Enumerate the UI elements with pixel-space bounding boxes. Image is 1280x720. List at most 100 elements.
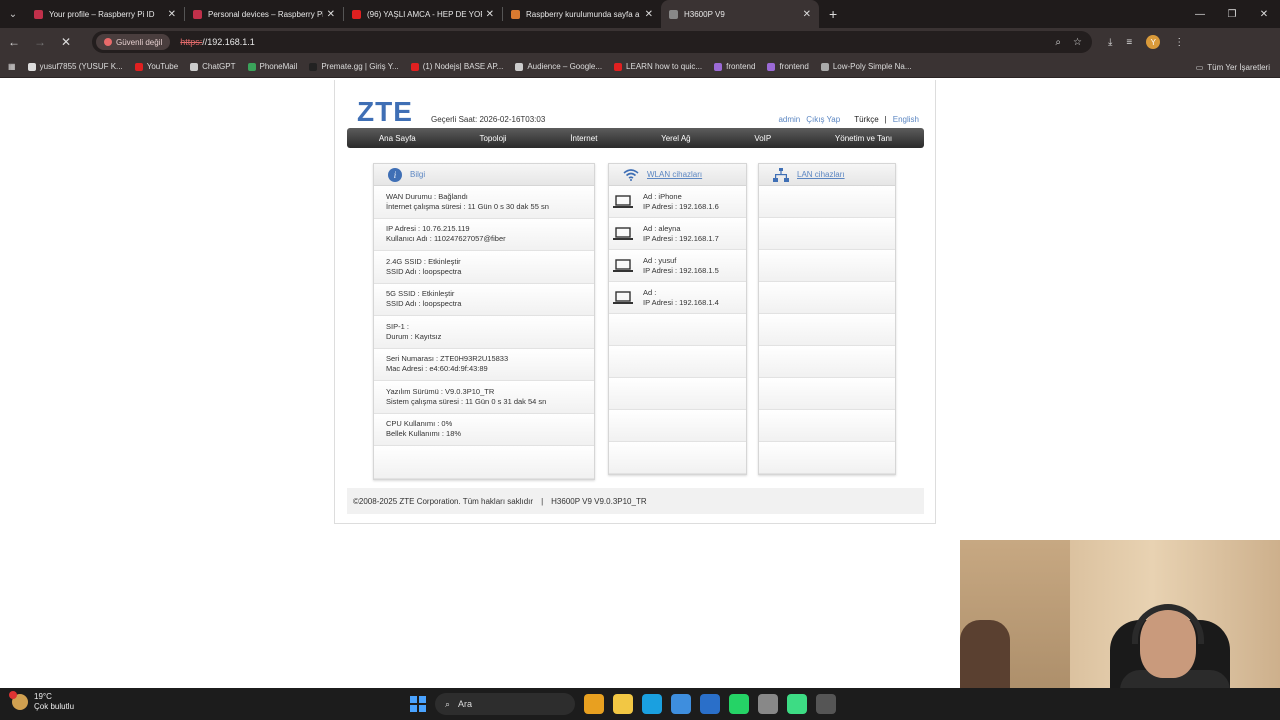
bookmark-item[interactable]: frontend xyxy=(714,62,755,71)
tab-search-button[interactable]: ⌄ xyxy=(0,0,26,28)
maximize-icon[interactable]: ❐ xyxy=(1216,0,1248,28)
security-chip[interactable]: Güvenli değil xyxy=(96,34,171,50)
url-text[interactable]: https://192.168.1.1 xyxy=(180,37,255,47)
device-ip: IP Adresi : 192.168.1.5 xyxy=(643,265,719,275)
browser-tab[interactable]: (96) YAŞLI AMCA - HEP DE YOR ✕ xyxy=(344,0,502,28)
wlan-device-row: Ad : IP Adresi : 192.168.1.4 xyxy=(609,282,746,314)
taskbar-search[interactable]: ⌕ Ara xyxy=(435,693,575,715)
admin-link[interactable]: admin xyxy=(778,115,800,124)
info-panel: i Bilgi WAN Durumu : Bağlandı İnternet ça… xyxy=(373,163,595,480)
bookmark-item[interactable]: yusuf7855 (YUSUF K... xyxy=(27,62,123,71)
wlan-devices-link[interactable]: WLAN cihazları xyxy=(647,170,702,179)
bookmark-item[interactable]: ChatGPT xyxy=(190,62,236,71)
bookmark-favicon-icon xyxy=(614,62,623,71)
download-icon[interactable]: ⤓ xyxy=(1108,37,1112,48)
start-button[interactable] xyxy=(410,696,426,712)
new-tab-button[interactable]: + xyxy=(829,0,837,28)
footer-model: H3600P V9 V9.0.3P10_TR xyxy=(551,496,647,506)
bookmark-favicon-icon xyxy=(27,62,36,71)
info-row: WAN Durumu : Bağlandı İnternet çalışma sü… xyxy=(374,186,594,219)
lan-device-row xyxy=(759,442,895,474)
laptop-icon xyxy=(613,226,633,240)
nav-item[interactable]: Ana Sayfa xyxy=(379,134,416,143)
wlan-device-row: Ad : yusuf IP Adresi : 192.168.1.5 xyxy=(609,250,746,282)
tab-title: Your profile – Raspberry Pi ID xyxy=(49,9,155,19)
browser-tab[interactable]: H3600P V9 ✕ xyxy=(661,0,819,28)
info-line: Durum : Kayıtsız xyxy=(386,331,442,341)
bookmark-item[interactable]: (1) Nodejs| BASE AP... xyxy=(410,62,503,71)
forward-button[interactable]: → xyxy=(28,30,52,54)
bookmark-item[interactable]: YouTube xyxy=(134,62,178,71)
weather-widget[interactable]: 19°C Çok bulutlu xyxy=(9,691,74,712)
tab-title: Personal devices – Raspberry Pi xyxy=(208,9,323,19)
bookmark-item[interactable]: PhoneMail xyxy=(247,62,297,71)
close-window-icon[interactable]: ✕ xyxy=(1248,0,1280,28)
taskbar-app-icon[interactable] xyxy=(787,694,807,714)
lan-icon xyxy=(773,167,789,182)
taskbar-app-icon[interactable] xyxy=(584,694,604,714)
lan-device-row xyxy=(759,378,895,410)
taskbar-app-icon[interactable] xyxy=(729,694,749,714)
tab-title: Raspberry kurulumunda sayfa a xyxy=(526,9,640,19)
info-line: Bellek Kullanımı : 18% xyxy=(386,429,462,439)
nav-item[interactable]: Yerel Ağ xyxy=(661,134,691,143)
main-nav: Ana Sayfa Topoloji İnternet Yerel Ağ VoIP Yön… xyxy=(347,128,924,148)
security-label: Güvenli değil xyxy=(116,37,163,47)
tab-close-icon[interactable]: ✕ xyxy=(645,9,653,20)
lan-devices-link[interactable]: LAN cihazları xyxy=(797,170,845,179)
browser-tab[interactable]: Personal devices – Raspberry Pi ✕ xyxy=(185,0,343,28)
taskbar-app-icon[interactable] xyxy=(642,694,662,714)
bookmark-item[interactable]: LEARN how to quic... xyxy=(614,62,702,71)
browser-tab[interactable]: Your profile – Raspberry Pi ID ✕ xyxy=(26,0,184,28)
browser-tab[interactable]: Raspberry kurulumunda sayfa a ✕ xyxy=(503,0,661,28)
footer-copyright: ©2008-2025 ZTE Corporation. Tüm hakları … xyxy=(353,496,534,506)
nav-item[interactable]: İnternet xyxy=(570,134,597,143)
nav-item[interactable]: VoIP xyxy=(754,134,771,143)
tab-favicon-icon xyxy=(34,9,43,19)
bookmark-favicon-icon xyxy=(767,62,776,71)
info-line: CPU Kullanımı : 0% xyxy=(386,419,453,429)
wlan-device-row xyxy=(609,314,746,346)
logout-link[interactable]: Çıkış Yap xyxy=(806,115,840,124)
taskbar-app-icon[interactable] xyxy=(816,694,836,714)
tab-close-icon[interactable]: ✕ xyxy=(803,9,811,20)
taskbar-app-icon[interactable] xyxy=(613,694,633,714)
minimize-icon[interactable]: — xyxy=(1184,0,1216,28)
laptop-icon xyxy=(613,290,633,304)
tab-title: H3600P V9 xyxy=(684,9,725,19)
reload-button[interactable]: ✕ xyxy=(54,30,78,54)
all-bookmarks-button[interactable]: ▭ Tüm Yer İşaretleri xyxy=(1196,56,1270,78)
address-bar[interactable]: Güvenli değil https://192.168.1.1 ⌕ ☆ xyxy=(92,31,1092,53)
info-line: Sistem çalışma süresi : 11 Gün 0 s 31 da… xyxy=(386,396,547,406)
tab-close-icon[interactable]: ✕ xyxy=(168,9,176,20)
tab-close-icon[interactable]: ✕ xyxy=(486,9,494,20)
nav-item[interactable]: Topoloji xyxy=(479,134,506,143)
device-name: Ad : yusuf xyxy=(643,255,677,265)
profile-avatar[interactable]: Y xyxy=(1146,35,1161,49)
back-button[interactable]: ← xyxy=(2,30,26,54)
bookmark-item[interactable]: Low-Poly Simple Na... xyxy=(820,62,912,71)
lang-english-link[interactable]: English xyxy=(893,115,919,124)
bookmark-item[interactable]: Premate.gg | Giriş Y... xyxy=(309,62,399,71)
nav-item[interactable]: Yönetim ve Tanı xyxy=(835,134,892,143)
info-line: Kullanıcı Adı : 110247627057@fiber xyxy=(386,234,506,244)
reading-list-icon[interactable]: ≡ xyxy=(1126,37,1132,48)
info-line: IP Adresi : 10.76.215.119 xyxy=(386,224,470,234)
menu-icon[interactable]: ⋮ xyxy=(1174,37,1184,48)
wlan-device-row xyxy=(609,346,746,378)
bookmark-item[interactable]: Audience – Google... xyxy=(515,62,602,71)
taskbar-app-icon[interactable] xyxy=(700,694,720,714)
taskbar-app-icon[interactable] xyxy=(758,694,778,714)
apps-grid-icon[interactable]: ▦ xyxy=(8,62,16,71)
tab-close-icon[interactable]: ✕ xyxy=(327,9,335,20)
router-page: ZTE Geçerli Saat: 2026-02-16T03:03 admin… xyxy=(334,80,936,524)
zoom-icon[interactable]: ⌕ xyxy=(1055,37,1061,48)
info-panel-header: i Bilgi xyxy=(374,164,594,186)
info-line: 5G SSID : Etkinleştir xyxy=(386,289,455,299)
info-title: Bilgi xyxy=(410,170,426,179)
footer-separator: | xyxy=(541,496,544,506)
bookmark-item[interactable]: frontend xyxy=(767,62,809,71)
taskbar-app-icon[interactable] xyxy=(671,694,691,714)
device-name: Ad : aleyna xyxy=(643,223,681,233)
bookmark-star-icon[interactable]: ☆ xyxy=(1073,37,1082,48)
